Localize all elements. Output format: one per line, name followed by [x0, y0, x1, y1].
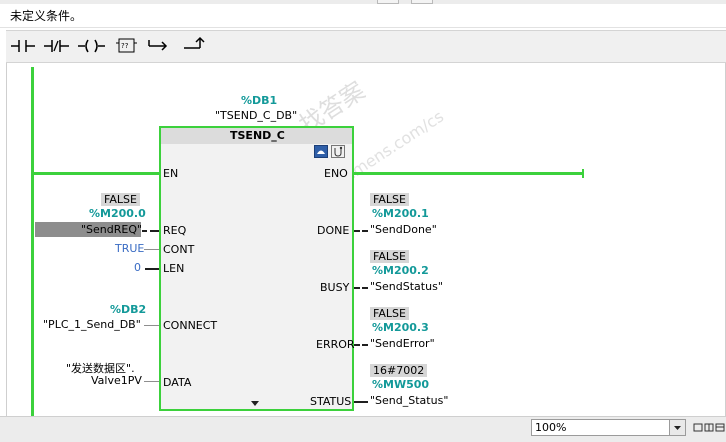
pin-eno: ENO: [324, 167, 348, 180]
done-address[interactable]: %M200.1: [372, 207, 429, 220]
pin-error: ERROR: [316, 338, 355, 351]
status-wire: [354, 401, 368, 403]
pin-status: STATUS: [310, 395, 352, 408]
normally-closed-contact-icon: [44, 40, 69, 52]
power-rail: [31, 67, 34, 416]
pin-busy: BUSY: [320, 281, 350, 294]
output-coil-button[interactable]: [76, 31, 105, 58]
pin-en: EN: [163, 167, 179, 180]
len-wire: [145, 268, 159, 270]
done-tag[interactable]: "SendDone": [370, 223, 437, 236]
pin-cont: CONT: [163, 243, 195, 256]
editor-border: [6, 63, 7, 416]
zoom-value: 100%: [535, 421, 567, 434]
empty-box-button[interactable]: ??: [111, 31, 140, 58]
eno-power-wire: [354, 172, 584, 175]
title-divider: [0, 27, 726, 28]
zoom-nav-button[interactable]: [693, 421, 703, 434]
busy-tag[interactable]: "SendStatus": [370, 280, 443, 293]
eno-wire-end: [582, 169, 584, 178]
status-status-value: 16#7002: [370, 364, 428, 377]
instance-db-name[interactable]: "TSEND_C_DB": [215, 109, 297, 122]
data-tag-line2[interactable]: Valve1PV: [91, 374, 142, 387]
pin-done: DONE: [317, 224, 350, 237]
diagnostics-icon: [331, 145, 345, 158]
busy-status-value: FALSE: [370, 250, 409, 263]
instance-db-address[interactable]: %DB1: [241, 94, 277, 107]
block-title: TSEND_C: [230, 129, 285, 142]
error-wire: [362, 344, 368, 346]
top-strip: [0, 0, 726, 4]
normally-open-contact-icon: [11, 40, 35, 52]
connection-config-button[interactable]: [314, 145, 328, 158]
pin-connect: CONNECT: [163, 319, 218, 332]
error-address[interactable]: %M200.3: [372, 321, 429, 334]
splitter-button[interactable]: [377, 0, 399, 4]
len-value[interactable]: 0: [134, 261, 141, 274]
close-branch-button[interactable]: [179, 31, 208, 58]
done-status-value: FALSE: [370, 193, 409, 206]
close-branch-icon: [184, 36, 205, 49]
open-branch-icon: [148, 40, 168, 51]
empty-box-icon: ??: [116, 38, 137, 53]
connect-tag[interactable]: "PLC_1_Send_DB": [43, 318, 141, 331]
req-address[interactable]: %M200.0: [89, 207, 146, 220]
expand-block-icon[interactable]: [251, 401, 259, 406]
grid-icon: [704, 423, 714, 432]
chevron-down-icon: [674, 426, 681, 430]
splitter-button[interactable]: [411, 0, 433, 4]
cont-value[interactable]: TRUE: [115, 242, 144, 255]
empty-box-label: ??: [121, 42, 129, 50]
pin-len: LEN: [163, 262, 185, 275]
error-status-value: FALSE: [370, 307, 409, 320]
req-wire: [150, 230, 159, 232]
pin-req: REQ: [163, 224, 187, 237]
status-tag[interactable]: "Send_Status": [370, 394, 448, 407]
pin-data: DATA: [163, 376, 192, 389]
req-tag[interactable]: "SendREQ": [81, 223, 142, 236]
error-tag[interactable]: "SendError": [370, 337, 435, 350]
zoom-nav-button[interactable]: [715, 421, 725, 434]
cont-wire: [144, 249, 159, 250]
normally-closed-contact-button[interactable]: [41, 31, 70, 58]
zoom-nav-button[interactable]: [704, 421, 714, 434]
done-wire: [354, 230, 360, 232]
en-power-wire: [34, 172, 159, 175]
req-status-value: FALSE: [101, 193, 140, 206]
connection-config-icon: [314, 145, 328, 158]
status-address[interactable]: %MW500: [372, 378, 429, 391]
busy-wire: [362, 287, 368, 289]
busy-wire: [354, 287, 360, 289]
fit-icon: [693, 423, 703, 432]
network-title[interactable]: 未定义条件。: [10, 7, 82, 24]
busy-address[interactable]: %M200.2: [372, 264, 429, 277]
overview-icon: [715, 423, 725, 432]
open-branch-button[interactable]: [144, 31, 173, 58]
zoom-dropdown-button[interactable]: [669, 420, 685, 435]
output-coil-icon: [78, 39, 105, 53]
error-wire: [354, 344, 360, 346]
req-wire: [142, 230, 147, 232]
connect-wire: [144, 325, 159, 326]
data-wire: [144, 381, 159, 382]
done-wire: [362, 230, 368, 232]
diagnostics-button[interactable]: [331, 145, 345, 158]
normally-open-contact-button[interactable]: [8, 31, 37, 58]
connect-address[interactable]: %DB2: [110, 303, 146, 316]
